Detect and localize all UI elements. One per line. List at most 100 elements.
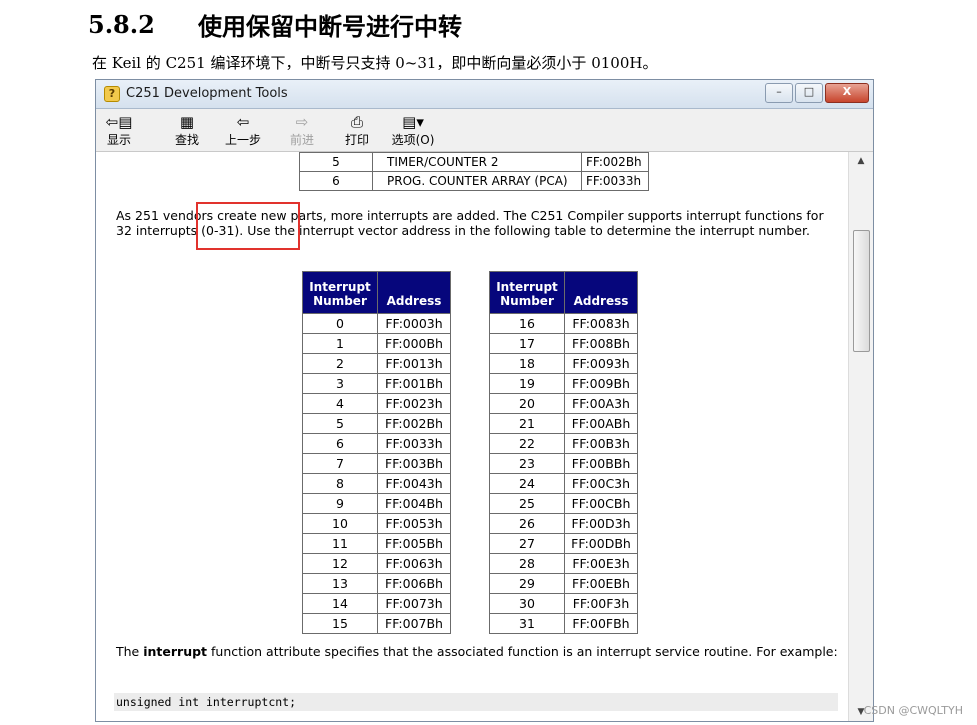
- address-cell: FF:004Bh: [377, 493, 451, 514]
- table-row: 13 FF:006Bh: [302, 573, 451, 594]
- table-row: 12 FF:0063h: [302, 553, 451, 574]
- table-row: 4 FF:0023h: [302, 393, 451, 414]
- table-row: 0 FF:0003h: [302, 313, 451, 334]
- address-cell: FF:0063h: [377, 553, 451, 574]
- interrupt-number-cell: 0: [302, 313, 378, 334]
- address-cell: FF:0023h: [377, 393, 451, 414]
- table-row: 9 FF:004Bh: [302, 493, 451, 514]
- address-cell: FF:00ABh: [564, 413, 638, 434]
- table-row: 26 FF:00D3h: [489, 513, 638, 534]
- section-number: 5.8.2: [88, 9, 155, 39]
- interrupt-number-cell: 17: [489, 333, 565, 354]
- address-cell: FF:001Bh: [377, 373, 451, 394]
- interrupt-number-cell: 13: [302, 573, 378, 594]
- highlight-annotation: [196, 202, 300, 250]
- table-row: 18 FF:0093h: [489, 353, 638, 374]
- table-row: 19 FF:009Bh: [489, 373, 638, 394]
- table-row: 25 FF:00CBh: [489, 493, 638, 514]
- address-cell: FF:00BBh: [564, 453, 638, 474]
- table-row: 2 FF:0013h: [302, 353, 451, 374]
- interrupt-number-cell: 19: [489, 373, 565, 394]
- table-row: 22 FF:00B3h: [489, 433, 638, 454]
- toolbar: ⇦▤ 显示 ▦ 查找 ⇦ 上一步 ⇨ 前进 ⎙ 打印 ▤▾ 选项(O): [96, 109, 873, 152]
- interrupt-number-cell: 15: [302, 613, 378, 634]
- table-row: 29 FF:00EBh: [489, 573, 638, 594]
- toolbar-back-button[interactable]: ⇦ 上一步: [220, 113, 266, 148]
- options-icon: ▤▾: [402, 113, 424, 131]
- watermark: CSDN @CWQLTYH: [863, 704, 963, 717]
- table-row: 10 FF:0053h: [302, 513, 451, 534]
- back-icon: ⇦: [236, 113, 250, 131]
- find-icon: ▦: [179, 113, 195, 131]
- vertical-scrollbar[interactable]: ▲ ▼: [848, 152, 873, 721]
- table-cell: 5: [299, 152, 373, 172]
- table-cell: FF:0033h: [581, 171, 649, 191]
- title-bar[interactable]: ? C251 Development Tools – □ X: [96, 80, 873, 109]
- interrupt-number-cell: 7: [302, 453, 378, 474]
- table-row: 7 FF:003Bh: [302, 453, 451, 474]
- close-button[interactable]: X: [825, 83, 869, 103]
- address-cell: FF:0083h: [564, 313, 638, 334]
- interrupt-number-cell: 21: [489, 413, 565, 434]
- section-title: 使用保留中断号进行中转: [198, 11, 462, 41]
- column-header-address: Address: [377, 271, 451, 314]
- window-title: C251 Development Tools: [126, 86, 288, 101]
- table-cell: PROG. COUNTER ARRAY (PCA): [372, 171, 582, 191]
- toolbar-forward-button[interactable]: ⇨ 前进: [279, 113, 325, 148]
- table-row: 5 TIMER/COUNTER 2 FF:002Bh: [299, 152, 649, 172]
- interrupt-number-cell: 12: [302, 553, 378, 574]
- table-row: 20 FF:00A3h: [489, 393, 638, 414]
- interrupt-keyword: interrupt: [143, 644, 208, 659]
- address-cell: FF:0013h: [377, 353, 451, 374]
- address-cell: FF:002Bh: [377, 413, 451, 434]
- address-cell: FF:0053h: [377, 513, 451, 534]
- address-cell: FF:00E3h: [564, 553, 638, 574]
- table-row: 28 FF:00E3h: [489, 553, 638, 574]
- interrupt-number-cell: 1: [302, 333, 378, 354]
- address-cell: FF:008Bh: [564, 333, 638, 354]
- toolbar-find-button[interactable]: ▦ 查找: [164, 113, 210, 148]
- address-cell: FF:005Bh: [377, 533, 451, 554]
- print-icon: ⎙: [350, 113, 363, 131]
- partial-interrupt-table: 5 TIMER/COUNTER 2 FF:002Bh 6 PROG. COUNT…: [299, 152, 649, 191]
- toolbar-print-button[interactable]: ⎙ 打印: [334, 113, 380, 148]
- interrupt-number-cell: 2: [302, 353, 378, 374]
- address-cell: FF:00CBh: [564, 493, 638, 514]
- address-cell: FF:006Bh: [377, 573, 451, 594]
- scroll-thumb[interactable]: [853, 230, 870, 352]
- interrupt-table-right: Interrupt Number Address 16 FF:0083h 17 FF:…: [489, 271, 638, 634]
- interrupt-number-cell: 22: [489, 433, 565, 454]
- address-cell: FF:00F3h: [564, 593, 638, 614]
- address-cell: FF:00EBh: [564, 573, 638, 594]
- table-row: 21 FF:00ABh: [489, 413, 638, 434]
- section-heading: 5.8.2 使用保留中断号进行中转: [88, 6, 462, 42]
- table-row: 27 FF:00DBh: [489, 533, 638, 554]
- address-cell: FF:0003h: [377, 313, 451, 334]
- toolbar-show-label: 显示: [106, 133, 131, 147]
- minimize-button[interactable]: –: [765, 83, 793, 103]
- address-cell: FF:000Bh: [377, 333, 451, 354]
- scroll-up-arrow-icon[interactable]: ▲: [849, 152, 873, 170]
- interrupt-number-cell: 16: [489, 313, 565, 334]
- maximize-button[interactable]: □: [795, 83, 823, 103]
- column-header-interrupt-number: Interrupt Number: [489, 271, 565, 314]
- interrupt-number-cell: 30: [489, 593, 565, 614]
- interrupt-number-cell: 10: [302, 513, 378, 534]
- table-row: 6 FF:0033h: [302, 433, 451, 454]
- doc-paragraph: 在 Keil 的 C251 编译环境下，中断号只支持 0~31，即中断向量必须小…: [92, 54, 658, 72]
- interrupt-number-cell: 27: [489, 533, 565, 554]
- address-cell: FF:0033h: [377, 433, 451, 454]
- address-cell: FF:00DBh: [564, 533, 638, 554]
- toolbar-options-button[interactable]: ▤▾ 选项(O): [390, 113, 436, 148]
- table-cell: TIMER/COUNTER 2: [372, 152, 582, 172]
- address-cell: FF:00B3h: [564, 433, 638, 454]
- address-cell: FF:00C3h: [564, 473, 638, 494]
- table-row: 5 FF:002Bh: [302, 413, 451, 434]
- show-icon: ⇦▤: [105, 113, 133, 131]
- toolbar-find-label: 查找: [174, 133, 199, 147]
- address-cell: FF:003Bh: [377, 453, 451, 474]
- toolbar-forward-label: 前进: [289, 133, 314, 147]
- interrupt-number-cell: 25: [489, 493, 565, 514]
- toolbar-show-button[interactable]: ⇦▤ 显示: [96, 113, 142, 148]
- interrupt-number-cell: 29: [489, 573, 565, 594]
